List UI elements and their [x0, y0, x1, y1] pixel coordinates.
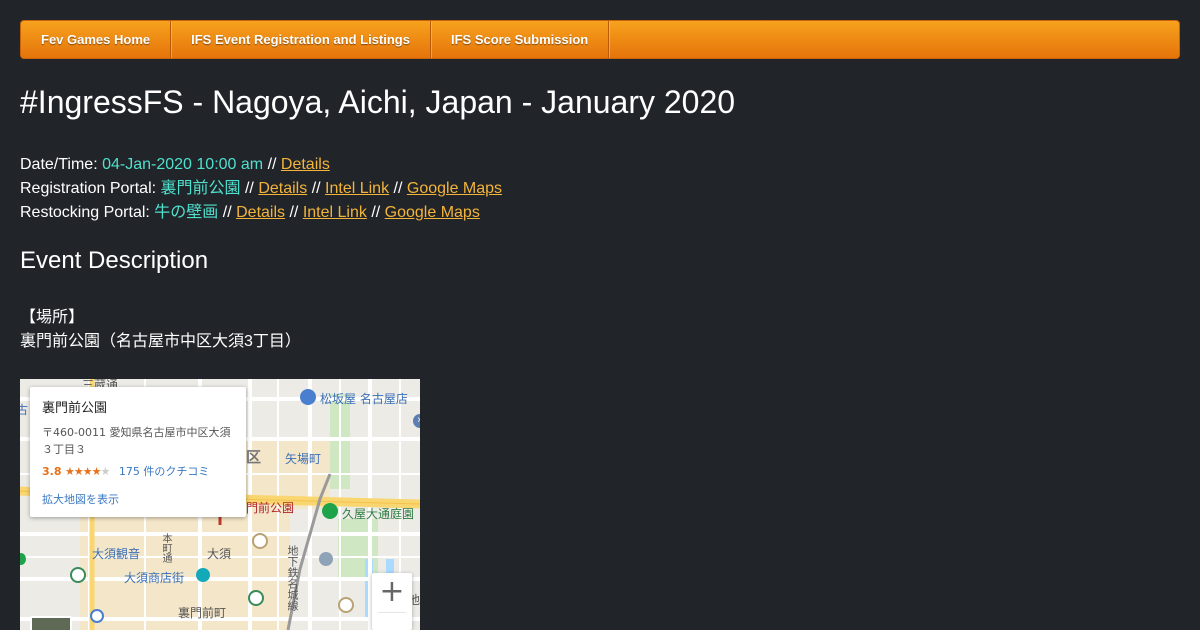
star-empty-icon: ★ — [100, 465, 110, 478]
location-heading: 【場所】 — [20, 309, 85, 326]
map-label-matsuzakaya: 松坂屋 名古屋店 — [320, 392, 408, 406]
date-details-link[interactable]: Details — [281, 156, 330, 173]
satellite-toggle-thumbnail[interactable] — [30, 616, 72, 630]
close-icon[interactable]: × — [413, 414, 420, 428]
map-label-ward: 区 — [246, 448, 262, 466]
registration-portal-row: Registration Portal: 裏門前公園 // Details //… — [20, 177, 502, 201]
map-label-osu: 大須 — [207, 547, 232, 561]
map-label-osu-shotengai: 大須商店街 — [124, 571, 185, 585]
date-time-value: 04-Jan-2020 10:00 am — [102, 156, 264, 173]
separator: // — [244, 180, 254, 197]
separator: // — [393, 180, 403, 197]
place-card-address: 〒460-0011 愛知県名古屋市中区大須３丁目３ — [42, 426, 231, 456]
event-description: 【場所】 裏門前公園（名古屋市中区大須3丁目） — [20, 306, 301, 354]
page: Fev Games Home IFS Event Registration an… — [0, 0, 1200, 630]
map-label-uramonzen-cho: 裏門前町 — [178, 606, 227, 620]
restocking-portal-label: Restocking Portal: — [20, 204, 150, 221]
date-time-row: Date/Time: 04-Jan-2020 10:00 am // Detai… — [20, 153, 502, 177]
reviews-link[interactable]: 175 件のクチコミ — [119, 465, 210, 478]
view-larger-map-link[interactable]: 拡大地図を表示 — [42, 491, 234, 507]
rating-value: 3.8 — [42, 465, 62, 478]
restocking-details-link[interactable]: Details — [236, 204, 285, 221]
separator: // — [222, 204, 232, 221]
place-card-title: 裏門前公園 — [42, 401, 108, 416]
embedded-google-map[interactable]: 三蔵通 古 松坂屋 名古屋店 区 矢場町 門前公園 久屋大通庭園 大須観音 大須… — [20, 379, 420, 630]
star-rating-icon: ★★★★ — [65, 465, 101, 478]
nav-item-event-registration[interactable]: IFS Event Registration and Listings — [171, 21, 431, 58]
event-info: Date/Time: 04-Jan-2020 10:00 am // Detai… — [20, 153, 502, 225]
location-text: 裏門前公園（名古屋市中区大須3丁目） — [20, 333, 301, 350]
zoom-divider — [378, 612, 406, 613]
map-label-uramonzen-park: 門前公園 — [246, 501, 295, 515]
registration-intel-link[interactable]: Intel Link — [325, 180, 389, 197]
restocking-intel-link[interactable]: Intel Link — [303, 204, 367, 221]
registration-details-link[interactable]: Details — [258, 180, 307, 197]
top-nav-bar: Fev Games Home IFS Event Registration an… — [20, 20, 1180, 59]
place-card-rating: 3.8 ★★★★★ 175 件のクチコミ — [42, 463, 234, 479]
separator: // — [267, 156, 277, 173]
event-description-heading: Event Description — [20, 247, 209, 274]
nav-item-score-submission[interactable]: IFS Score Submission — [431, 21, 610, 58]
restocking-portal-row: Restocking Portal: 牛の壁画 // Details // In… — [20, 201, 502, 225]
map-label-honmachi-street: 本町通 — [160, 533, 171, 563]
map-zoom-controls: + — [372, 573, 412, 630]
restocking-google-maps-link[interactable]: Google Maps — [385, 204, 480, 221]
registration-portal-label: Registration Portal: — [20, 180, 157, 197]
map-label-yabacho: 矢場町 — [285, 452, 322, 466]
page-title: #IngressFS - Nagoya, Aichi, Japan - Janu… — [20, 84, 736, 120]
separator: // — [311, 180, 321, 197]
map-label-hisaya-garden: 久屋大通庭園 — [342, 507, 415, 521]
separator: // — [289, 204, 299, 221]
nav-item-home[interactable]: Fev Games Home — [21, 21, 172, 58]
restocking-portal-name: 牛の壁画 — [154, 204, 219, 221]
zoom-in-button[interactable]: + — [372, 573, 412, 613]
registration-google-maps-link[interactable]: Google Maps — [407, 180, 502, 197]
date-time-label: Date/Time: — [20, 156, 98, 173]
registration-portal-name: 裏門前公園 — [160, 180, 241, 197]
map-label-left-edge: 古 — [20, 403, 29, 417]
separator: // — [371, 204, 381, 221]
map-place-card: 裏門前公園 〒460-0011 愛知県名古屋市中区大須３丁目３ 3.8 ★★★★… — [30, 387, 246, 517]
map-label-osu-kannon: 大須観音 — [92, 547, 141, 561]
map-label-subway-line: 地下鉄名城線 — [286, 545, 299, 611]
